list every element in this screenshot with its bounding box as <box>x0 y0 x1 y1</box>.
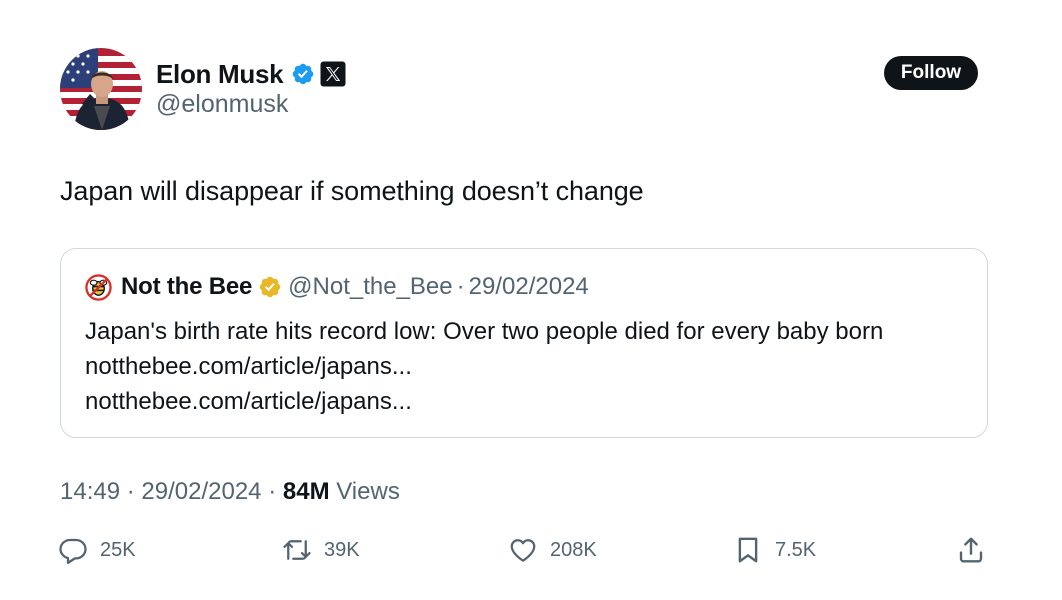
reply-icon <box>59 538 87 564</box>
bookmark-button[interactable]: 7.5K <box>733 534 816 566</box>
bookmark-icon <box>738 537 758 563</box>
quoted-tweet-date[interactable]: 29/02/2024 <box>469 273 589 301</box>
tweet-time[interactable]: 14:49 <box>60 478 120 505</box>
author-name[interactable]: Elon Musk <box>156 59 284 90</box>
not-the-bee-logo-icon[interactable] <box>85 273 112 301</box>
follow-button[interactable]: Follow <box>884 56 978 90</box>
like-button[interactable]: 208K <box>508 534 597 566</box>
quoted-tweet-body: Japan's birth rate hits record low: Over… <box>85 314 883 419</box>
like-count: 208K <box>550 538 597 561</box>
author-avatar[interactable] <box>60 48 142 130</box>
repost-button[interactable]: 39K <box>282 534 360 566</box>
tweet-text: Japan will disappear if something doesn’… <box>60 176 644 206</box>
share-button[interactable] <box>956 534 986 566</box>
quoted-author-name[interactable]: Not the Bee <box>121 273 252 301</box>
views-label: Views <box>336 478 400 505</box>
quoted-author-handle[interactable]: @Not_the_Bee <box>288 273 452 301</box>
separator-dot: · <box>456 273 465 300</box>
verified-gold-badge-icon <box>259 276 281 298</box>
x-logo-icon <box>320 61 346 87</box>
quoted-tweet-text: Japan's birth rate hits record low: Over… <box>85 318 884 345</box>
share-icon <box>959 537 983 563</box>
tweet-meta: 14:49 · 29/02/2024 · 84M Views <box>60 478 400 506</box>
repost-icon <box>283 540 311 560</box>
bookmark-count: 7.5K <box>775 538 817 561</box>
views-count: 84M <box>282 478 330 505</box>
quoted-tweet-card[interactable]: Not the Bee @Not_the_Bee · 29/02/2024 Ja… <box>60 248 988 438</box>
quoted-tweet-link[interactable]: notthebee.com/article/japans... <box>85 384 883 419</box>
reply-button[interactable]: 25K <box>58 534 136 566</box>
heart-icon <box>510 539 536 562</box>
separator-dot: · <box>268 478 277 505</box>
quoted-tweet-header: Not the Bee @Not_the_Bee · 29/02/2024 <box>85 271 589 303</box>
author-name-row[interactable]: Elon Musk <box>156 58 346 90</box>
separator-dot: · <box>126 478 135 505</box>
author-handle[interactable]: @elonmusk <box>156 90 288 119</box>
tweet-date[interactable]: 29/02/2024 <box>141 478 261 505</box>
quoted-tweet-link[interactable]: notthebee.com/article/japans... <box>85 349 883 384</box>
verified-badge-icon <box>293 63 314 85</box>
reply-count: 25K <box>100 538 136 561</box>
repost-count: 39K <box>324 538 360 561</box>
